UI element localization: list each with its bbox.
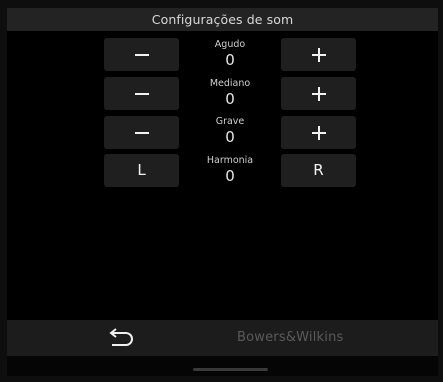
mid-label: Mediano [209, 78, 251, 89]
treble-label: Agudo [214, 39, 246, 50]
balance-left-label: L [137, 161, 146, 179]
treble-value: 0 [225, 51, 235, 69]
brand-logo: Bowers&Wilkins [237, 330, 344, 345]
title-bar: Configurações de som [7, 8, 438, 31]
sound-settings-screen: Configurações de som Agudo 0 Mediano 0 G… [7, 8, 438, 376]
treble-increase-button[interactable] [281, 38, 356, 71]
bass-increase-button[interactable] [281, 116, 356, 149]
balance-label: Harmonia [206, 155, 254, 166]
balance-right-button[interactable]: R [281, 154, 356, 187]
mid-decrease-button[interactable] [104, 77, 179, 110]
plus-icon [311, 47, 326, 62]
return-arrow-icon [109, 328, 133, 346]
minus-icon [134, 92, 149, 95]
balance-setting: Harmonia 0 [180, 155, 280, 185]
minus-icon [134, 53, 149, 56]
bass-setting: Grave 0 [180, 116, 280, 146]
plus-icon [311, 125, 326, 140]
balance-value: 0 [225, 167, 235, 185]
mid-increase-button[interactable] [281, 77, 356, 110]
treble-setting: Agudo 0 [180, 39, 280, 69]
plus-icon [311, 86, 326, 101]
bass-label: Grave [215, 116, 245, 127]
bass-decrease-button[interactable] [104, 116, 179, 149]
footer-bar: Bowers&Wilkins [7, 320, 438, 356]
treble-decrease-button[interactable] [104, 38, 179, 71]
mid-setting: Mediano 0 [180, 78, 280, 108]
minus-icon [134, 131, 149, 134]
mid-value: 0 [225, 90, 235, 108]
bass-value: 0 [225, 128, 235, 146]
balance-right-label: R [313, 161, 324, 179]
balance-left-button[interactable]: L [104, 154, 179, 187]
page-title: Configurações de som [151, 12, 294, 27]
home-indicator[interactable] [193, 368, 268, 371]
back-button[interactable] [104, 327, 136, 349]
system-bar [7, 356, 438, 376]
